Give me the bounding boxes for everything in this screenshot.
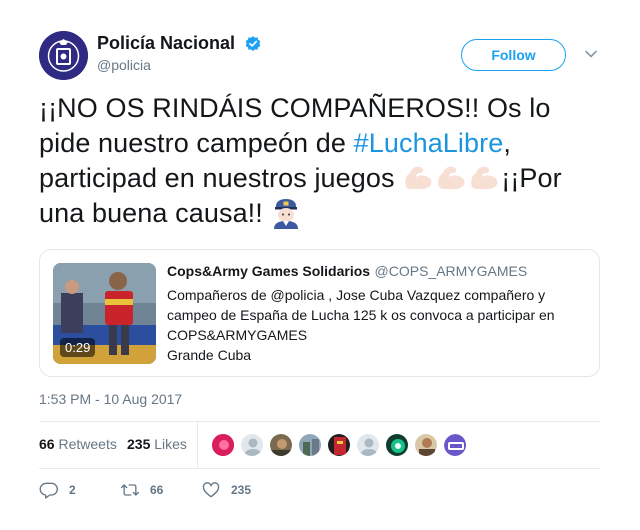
reply-button[interactable]: 2 (39, 478, 76, 502)
liker-avatar[interactable] (385, 433, 409, 457)
display-name[interactable]: Policía Nacional (97, 33, 235, 54)
author-block: Policía Nacional @policia (97, 33, 262, 73)
like-button[interactable]: 235 (201, 478, 251, 502)
hashtag-link[interactable]: #LuchaLibre (354, 128, 504, 158)
police-crest-icon (39, 31, 88, 80)
tweet-actions: 2 66 235 (39, 478, 339, 502)
chevron-down-icon[interactable] (584, 47, 598, 61)
follow-button[interactable]: Follow (461, 39, 566, 71)
liker-avatar[interactable] (298, 433, 322, 457)
flexed-biceps-emoji-icon (405, 166, 432, 189)
heart-icon (202, 482, 220, 498)
card-author-handle: @COPS_ARMYGAMES (374, 263, 528, 279)
avatar[interactable] (39, 31, 88, 80)
liker-avatar[interactable] (269, 433, 293, 457)
liker-avatar[interactable] (211, 433, 235, 457)
retweet-count: 66 (150, 483, 164, 497)
liker-avatar[interactable] (443, 433, 467, 457)
reply-count: 2 (69, 483, 76, 497)
likes-label: Likes (154, 436, 187, 452)
retweet-button[interactable]: 66 (120, 478, 163, 502)
verified-badge-icon (245, 35, 260, 51)
card-text: Compañeros de @policia , Jose Cuba Vazqu… (167, 287, 555, 343)
liker-avatar[interactable] (414, 433, 438, 457)
police-officer-emoji-icon (273, 199, 298, 229)
video-thumbnail[interactable]: 0:29 (53, 263, 156, 364)
likes-stat[interactable]: 235 Likes (127, 436, 187, 452)
tweet-stats: 66 Retweets 235 Likes (39, 422, 600, 468)
quoted-video-card[interactable]: 0:29 Cops&Army Games Solidarios @COPS_AR… (39, 249, 600, 377)
tweet-text: ¡¡NO OS RINDÁIS COMPAÑEROS!! Os lo pide … (39, 91, 604, 231)
divider (39, 468, 600, 469)
like-count: 235 (231, 483, 252, 497)
liker-avatar[interactable] (240, 433, 264, 457)
likes-count: 235 (127, 436, 151, 452)
video-duration-badge: 0:29 (60, 338, 96, 357)
card-text-secondary: Grande Cuba (167, 347, 252, 363)
stats-divider (197, 422, 198, 468)
card-body: Cops&Army Games Solidarios @COPS_ARMYGAM… (167, 263, 587, 365)
reply-icon (39, 482, 58, 499)
card-author-name: Cops&Army Games Solidarios (167, 263, 371, 279)
retweets-stat[interactable]: 66 Retweets (39, 436, 117, 452)
liker-avatar[interactable] (327, 433, 351, 457)
retweet-icon (121, 484, 139, 496)
tweet-header: Policía Nacional @policia Follow (39, 31, 600, 81)
tweet-timestamp[interactable]: 1:53 PM - 10 Aug 2017 (39, 391, 182, 407)
flexed-biceps-emoji-icon (471, 166, 498, 189)
retweets-count: 66 (39, 436, 55, 452)
handle[interactable]: @policia (97, 57, 262, 73)
liker-avatar[interactable] (356, 433, 380, 457)
card-author-line: Cops&Army Games Solidarios @COPS_ARMYGAM… (167, 263, 587, 281)
retweets-label: Retweets (58, 436, 117, 452)
flexed-biceps-emoji-icon (438, 166, 465, 189)
